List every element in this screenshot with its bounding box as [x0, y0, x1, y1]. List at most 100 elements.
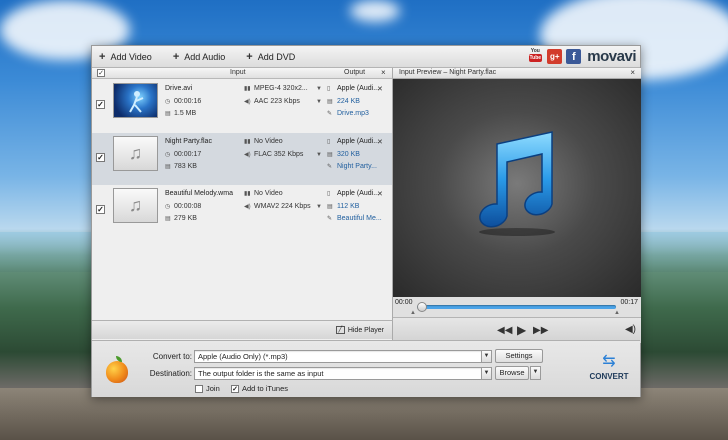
convert-to-select[interactable]: Apple (Audio Only) (*.mp3)	[194, 350, 482, 363]
destination-label: Destination:	[149, 369, 192, 378]
video-stream-text: No Video	[254, 138, 283, 145]
browse-button[interactable]: Browse	[495, 366, 529, 380]
clock-icon: ◷	[165, 152, 171, 158]
destination-field[interactable]: The output folder is the same as input	[194, 367, 482, 380]
hide-player-button[interactable]: ╱ Hide Player	[335, 326, 384, 334]
plus-icon: +	[246, 50, 253, 63]
add-video-label: Add Video	[110, 51, 152, 62]
remove-icon[interactable]: ✕	[377, 138, 383, 146]
size-text: 1.5 MB	[174, 110, 197, 117]
duration-text: 00:00:17	[174, 151, 202, 158]
pencil-icon: ✎	[327, 216, 333, 222]
chevron-down-icon: ▼	[316, 85, 322, 92]
apple-leaf	[116, 356, 122, 362]
close-icon[interactable]: ×	[630, 68, 635, 77]
join-label: Join	[206, 384, 220, 393]
file-icon: ▤	[327, 99, 333, 105]
video-thumbnail	[113, 83, 158, 118]
convert-arrows-icon: ⇆	[602, 353, 616, 370]
audio-stream-text: FLAC 352 Kbps	[254, 151, 304, 158]
join-checkbox[interactable]: Join	[195, 384, 220, 393]
toolbar: + Add Video + Add Audio + Add DVD You Tu…	[92, 46, 640, 68]
chevron-down-icon[interactable]: ▼	[481, 350, 492, 363]
file-row[interactable]: ✓ Drive.avi ◷ 00:00:16 ▤ 1.5 MB ▮▮ MPEG-4 3…	[92, 80, 392, 132]
chevron-down-icon[interactable]: ▼	[481, 367, 492, 380]
add-video-button[interactable]: + Add Video	[99, 51, 152, 63]
rewind-icon[interactable]: ◀◀	[497, 325, 512, 336]
output-format-text: Apple (Audi...	[337, 138, 380, 145]
convert-button[interactable]: ⇆ CONVERT	[588, 353, 630, 381]
output-size-text: 112 KB	[337, 203, 360, 210]
preview-panel: Input Preview – Night Party.flac × 00:00	[393, 68, 641, 343]
audio-stream[interactable]: ◀) FLAC 352 Kbps ▼	[244, 151, 322, 158]
preview-title: Input Preview – Night Party.flac	[399, 69, 497, 76]
add-to-itunes-box[interactable]: ✓	[231, 384, 239, 393]
music-note-icon: ♫	[128, 143, 143, 163]
conversion-panel: Convert to: Apple (Audio Only) (*.mp3) ▼…	[92, 340, 640, 397]
chevron-down-icon: ▼	[316, 151, 322, 158]
volume-icon[interactable]: ◀)	[625, 324, 636, 335]
file-icon: ▤	[165, 111, 171, 117]
fast-forward-icon[interactable]: ▶▶	[533, 325, 548, 336]
youtube-icon[interactable]: You Tube	[527, 48, 543, 65]
seek-bar-row: 00:00 ▲ ▲ 00:17	[393, 297, 641, 317]
list-footer: ╱ Hide Player	[92, 320, 393, 339]
output-column-header: Output	[344, 69, 366, 76]
output-filename[interactable]: ✎ Drive.mp3	[327, 110, 369, 117]
file-name: Night Party.flac	[165, 138, 212, 145]
duration-text: 00:00:16	[174, 98, 202, 105]
seek-track[interactable]	[417, 305, 616, 309]
output-filename[interactable]: ✎ Beautiful Me...	[327, 215, 382, 222]
remove-icon[interactable]: ✕	[377, 190, 383, 198]
speaker-icon: ◀)	[244, 99, 251, 105]
time-end: 00:17	[620, 299, 638, 306]
output-format[interactable]: ▯ Apple (Audi... ✕	[327, 190, 383, 198]
google-plus-icon[interactable]: g+	[547, 49, 563, 64]
plus-icon: +	[99, 50, 106, 63]
output-format[interactable]: ▯ Apple (Audi... ✕	[327, 85, 383, 93]
file-checkbox[interactable]: ✓	[96, 100, 105, 109]
convert-label: CONVERT	[589, 372, 629, 381]
size-text: 783 KB	[174, 163, 197, 170]
add-dvd-button[interactable]: + Add DVD	[246, 51, 295, 63]
add-audio-label: Add Audio	[184, 51, 226, 62]
youtube-tube-text: Tube	[528, 54, 543, 62]
trim-end-marker[interactable]: ▲	[614, 310, 620, 316]
video-stream[interactable]: ▮▮ MPEG-4 320x2... ▼	[244, 85, 322, 92]
plus-icon: +	[172, 50, 180, 63]
add-to-itunes-checkbox[interactable]: ✓ Add to iTunes	[231, 384, 288, 393]
browse-dropdown[interactable]: ▼	[530, 366, 541, 380]
join-checkbox-box[interactable]	[195, 384, 203, 393]
close-icon[interactable]: ×	[381, 68, 386, 77]
file-size: ▤ 1.5 MB	[165, 110, 196, 117]
add-audio-button[interactable]: + Add Audio	[173, 51, 225, 63]
output-format[interactable]: ▯ Apple (Audi... ✕	[327, 138, 383, 146]
audio-stream-text: AAC 223 Kbps	[254, 98, 300, 105]
select-all-checkbox[interactable]: ✓	[97, 69, 105, 77]
output-filename-text: Night Party...	[337, 163, 377, 170]
file-row[interactable]: ✓ ♫ Beautiful Melody.wma ◷ 00:00:08 ▤ 279 …	[92, 185, 392, 237]
pencil-icon: ✎	[327, 111, 333, 117]
file-checkbox[interactable]: ✓	[96, 153, 105, 162]
settings-button[interactable]: Settings	[495, 349, 543, 363]
audio-stream[interactable]: ◀) WMAV2 224 Kbps ▼	[244, 203, 322, 210]
play-icon[interactable]: ▶	[517, 323, 526, 337]
file-icon: ▤	[327, 152, 333, 158]
convert-to-label: Convert to:	[152, 352, 192, 361]
file-size: ▤ 279 KB	[165, 215, 197, 222]
output-filename[interactable]: ✎ Night Party...	[327, 163, 377, 170]
seek-handle[interactable]	[417, 302, 427, 312]
device-icon: ▯	[327, 86, 331, 92]
facebook-icon[interactable]: f	[566, 49, 582, 64]
file-checkbox[interactable]: ✓	[96, 205, 105, 214]
audio-stream[interactable]: ◀) AAC 223 Kbps ▼	[244, 98, 322, 105]
file-row[interactable]: ✓ ♫ Night Party.flac ◷ 00:00:17 ▤ 783 KB ▮…	[92, 133, 392, 185]
pencil-icon: ✎	[327, 164, 333, 170]
file-duration: ◷ 00:00:08	[165, 203, 201, 210]
output-format-text: Apple (Audi...	[337, 190, 380, 197]
trim-start-marker[interactable]: ▲	[410, 310, 416, 316]
remove-icon[interactable]: ✕	[377, 85, 383, 93]
audio-stream-text: WMAV2 224 Kbps	[254, 203, 311, 210]
output-size: ▤ 224 KB	[327, 98, 360, 105]
clock-icon: ◷	[165, 99, 171, 105]
